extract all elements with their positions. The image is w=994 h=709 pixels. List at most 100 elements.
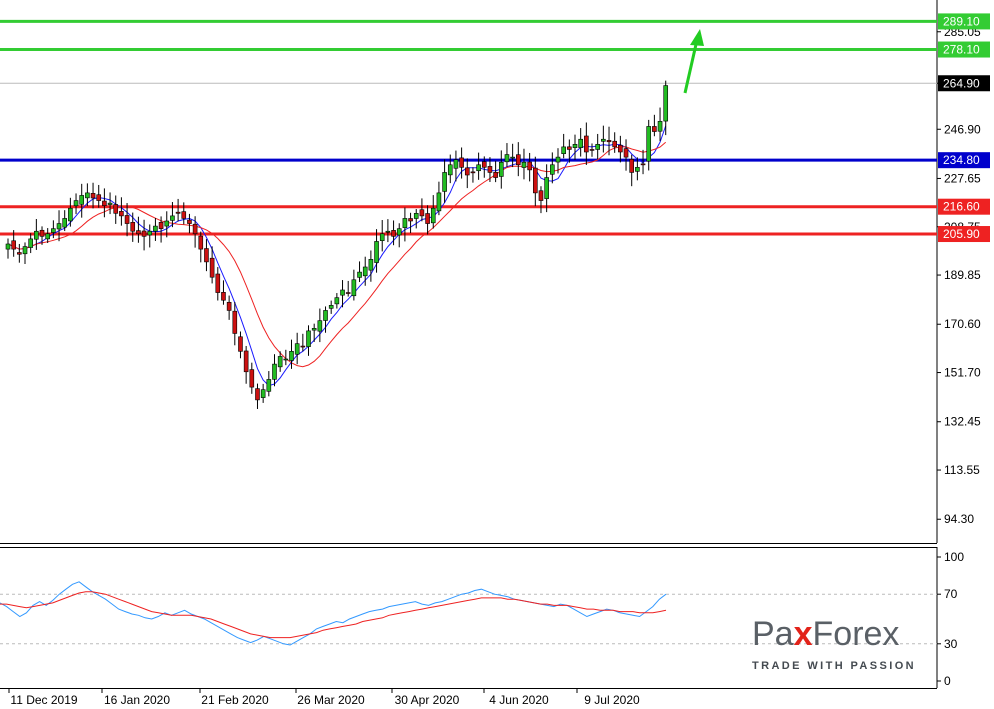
osc-tick-label: 100 xyxy=(944,550,964,564)
candle-body-down xyxy=(652,126,657,132)
candle-body-up xyxy=(663,85,669,122)
level-price-label: 278.10 xyxy=(943,43,980,57)
candle-body-up xyxy=(374,241,379,263)
candle-body-up xyxy=(334,297,340,305)
candle-body-down xyxy=(584,135,589,153)
candle-body-up xyxy=(362,266,368,277)
candle-body-up xyxy=(351,279,357,297)
candle-body-up xyxy=(260,389,266,398)
logo-part1: Pa xyxy=(752,615,794,653)
candle-body-up xyxy=(430,207,436,224)
level-price-label: 234.80 xyxy=(943,153,980,167)
osc-series-line xyxy=(0,581,667,646)
candle-body-down xyxy=(300,345,306,348)
price-chart: 285.05264.90246.90227.65208.75189.85170.… xyxy=(0,0,990,707)
candle-body-up xyxy=(561,146,566,155)
x-tick-label: 30 Apr 2020 xyxy=(395,693,460,707)
candle-body-down xyxy=(538,190,544,201)
candle-body-up xyxy=(62,218,68,228)
candle-body-up xyxy=(578,138,583,148)
candle-body-down xyxy=(198,235,204,250)
osc-tick-label: 30 xyxy=(944,637,958,651)
logo-wordmark: PaxForex xyxy=(752,616,926,652)
candle-body-up xyxy=(453,159,459,169)
candle-body-up xyxy=(147,230,153,236)
candle-body-down xyxy=(243,350,249,373)
candle-body-down xyxy=(629,159,635,173)
candle-body-down xyxy=(567,146,572,150)
candle-body-up xyxy=(504,154,510,163)
candle-body-up xyxy=(657,121,663,132)
candle-body-down xyxy=(589,149,595,151)
candle-body-down xyxy=(39,229,45,237)
candle-body-up xyxy=(51,228,56,233)
candle-body-down xyxy=(612,140,617,148)
candle-body-down xyxy=(90,193,96,199)
candle-body-down xyxy=(238,336,243,352)
candle-body-up xyxy=(357,271,362,278)
candle-body-up xyxy=(635,167,640,172)
y-tick-label: 227.65 xyxy=(944,171,981,185)
candle-body-up xyxy=(413,213,419,219)
candle-body-up xyxy=(442,172,447,192)
candle-body-up xyxy=(79,195,85,205)
candle-body-up xyxy=(595,144,600,150)
candle-body-up xyxy=(385,230,391,233)
candle-body-down xyxy=(533,167,538,194)
candle-body-down xyxy=(102,200,107,206)
candle-body-up xyxy=(5,243,11,250)
candle-body-up xyxy=(323,310,328,321)
candle-body-down xyxy=(181,211,187,219)
candle-body-up xyxy=(107,202,113,205)
y-tick-label: 132.45 xyxy=(944,415,981,429)
candle-body-down xyxy=(119,211,124,217)
candle-body-up xyxy=(572,144,578,148)
y-tick-label: 94.30 xyxy=(944,512,974,526)
candle-body-down xyxy=(249,369,255,388)
candle-body-up xyxy=(45,233,50,240)
candle-body-up xyxy=(272,363,277,380)
candle-body-up xyxy=(601,138,606,142)
candle-body-down xyxy=(425,213,430,224)
candle-body-down xyxy=(408,218,413,222)
candle-body-down xyxy=(618,144,623,153)
level-price-label: 216.60 xyxy=(943,200,980,214)
candle-body-up xyxy=(447,164,453,176)
candle-body-down xyxy=(493,172,498,178)
candle-body-down xyxy=(141,230,147,237)
candle-body-down xyxy=(487,166,493,173)
candle-body-down xyxy=(481,161,487,168)
candle-body-down xyxy=(17,252,22,255)
x-tick-label: 16 Jan 2020 xyxy=(104,693,170,707)
y-tick-label: 170.60 xyxy=(944,317,981,331)
candle-body-up xyxy=(85,192,90,199)
candle-body-up xyxy=(311,328,317,331)
x-tick-label: 9 Jul 2020 xyxy=(584,693,640,707)
candle-body-down xyxy=(175,211,181,214)
x-tick-label: 11 Dec 2019 xyxy=(10,693,77,707)
y-tick-label: 189.85 xyxy=(944,268,981,282)
candle-body-up xyxy=(294,343,300,355)
candle-body-down xyxy=(345,292,351,294)
level-price-label: 205.90 xyxy=(943,227,980,241)
main-plot-area xyxy=(0,0,937,543)
current-price-label: 264.90 xyxy=(943,76,980,90)
paxforex-logo: PaxForex TRADE WITH PASSION xyxy=(752,616,926,676)
candle-body-up xyxy=(436,192,442,212)
candle-body-down xyxy=(11,240,16,250)
candle-body-down xyxy=(215,273,221,293)
candle-body-down xyxy=(124,215,130,224)
candle-body-down xyxy=(113,204,119,214)
candle-body-up xyxy=(510,156,515,159)
candle-body-up xyxy=(317,320,323,332)
candle-body-up xyxy=(277,356,283,368)
candle-body-down xyxy=(470,171,476,174)
y-tick-label: 151.70 xyxy=(944,366,981,380)
candle-body-down xyxy=(204,248,209,263)
candle-body-up xyxy=(550,164,555,175)
candle-body-down xyxy=(515,154,521,166)
x-tick-label: 21 Feb 2020 xyxy=(201,693,269,707)
candle-body-up xyxy=(476,164,481,172)
candle-body-up xyxy=(34,230,39,240)
candle-body-down xyxy=(209,257,215,278)
